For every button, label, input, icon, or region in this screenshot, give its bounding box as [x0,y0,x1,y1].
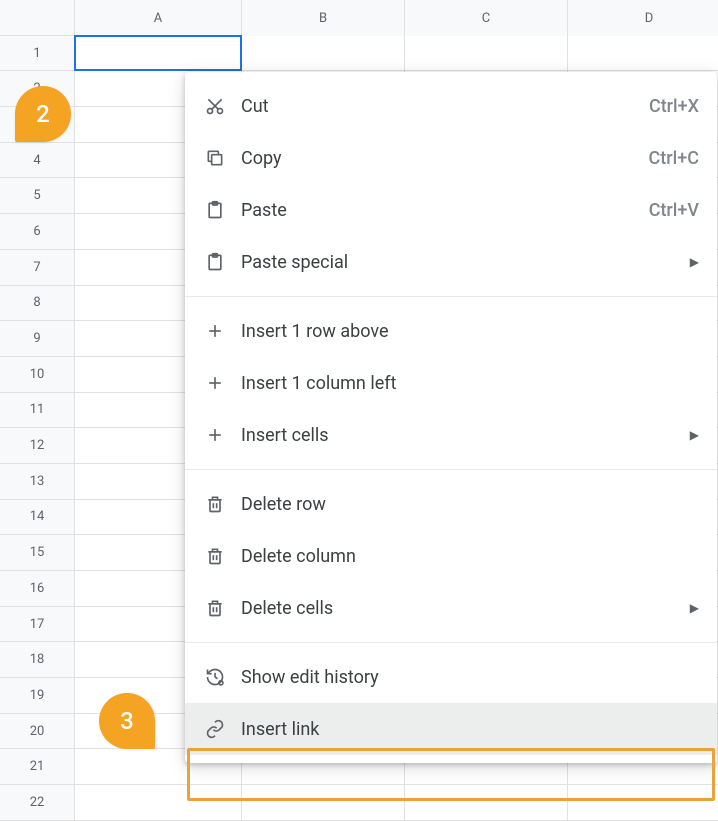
menu-item-delete-row[interactable]: Delete row [185,478,717,530]
cell[interactable] [75,785,242,821]
col-header-c[interactable]: C [405,0,568,38]
menu-item-delete-column[interactable]: Delete column [185,530,717,582]
menu-item-paste-special[interactable]: Paste special ▶ [185,236,717,288]
history-icon [203,665,227,689]
cell[interactable] [405,785,568,821]
menu-shortcut: Ctrl+C [649,148,699,169]
menu-item-delete-cells[interactable]: Delete cells ▶ [185,582,717,634]
menu-label: Paste [241,200,649,221]
submenu-arrow-icon: ▶ [690,428,699,442]
row-header[interactable]: 6 [0,214,75,250]
row-header[interactable]: 16 [0,571,75,607]
menu-label: Insert cells [241,425,690,446]
paste-icon [203,198,227,222]
cut-icon [203,94,227,118]
row-header[interactable]: 19 [0,678,75,714]
row-header[interactable]: 20 [0,714,75,750]
row-header[interactable]: 18 [0,642,75,678]
plus-icon [203,319,227,343]
row-header[interactable]: 15 [0,535,75,571]
menu-separator [185,296,717,297]
col-header-d[interactable]: D [568,0,718,38]
row-header[interactable]: 12 [0,428,75,464]
menu-shortcut: Ctrl+X [649,96,699,117]
row-header[interactable]: 14 [0,500,75,536]
link-icon [203,717,227,741]
row-header[interactable]: 4 [0,143,75,179]
select-all-corner[interactable] [0,0,75,36]
trash-icon [203,596,227,620]
menu-item-insert-cells[interactable]: Insert cells ▶ [185,409,717,461]
context-menu: Cut Ctrl+X Copy Ctrl+C Paste Ctrl+V Past… [185,72,717,763]
cell[interactable] [568,785,718,821]
menu-label: Insert link [241,719,699,740]
menu-item-insert-row-above[interactable]: Insert 1 row above [185,305,717,357]
cell[interactable] [242,785,405,821]
menu-item-paste[interactable]: Paste Ctrl+V [185,184,717,236]
submenu-arrow-icon: ▶ [690,601,699,615]
menu-label: Copy [241,148,649,169]
menu-label: Insert 1 row above [241,321,699,342]
menu-label: Show edit history [241,667,699,688]
menu-label: Delete column [241,546,699,567]
cell[interactable] [405,36,568,72]
menu-label: Insert 1 column left [241,373,699,394]
menu-item-copy[interactable]: Copy Ctrl+C [185,132,717,184]
row-header[interactable]: 1 [0,36,75,72]
plus-icon [203,371,227,395]
paste-special-icon [203,250,227,274]
row-header[interactable]: 5 [0,178,75,214]
menu-separator [185,469,717,470]
menu-label: Delete cells [241,598,690,619]
row-header[interactable]: 13 [0,464,75,500]
cell-a1[interactable] [75,36,242,72]
row-header[interactable]: 8 [0,286,75,322]
menu-label: Cut [241,96,649,117]
row-header[interactable]: 21 [0,749,75,785]
row-header[interactable]: 22 [0,785,75,821]
submenu-arrow-icon: ▶ [690,255,699,269]
row-header[interactable]: 7 [0,250,75,286]
row-header[interactable]: 17 [0,607,75,643]
menu-item-cut[interactable]: Cut Ctrl+X [185,80,717,132]
plus-icon [203,423,227,447]
menu-label: Paste special [241,252,690,273]
menu-item-show-edit-history[interactable]: Show edit history [185,651,717,703]
trash-icon [203,492,227,516]
menu-shortcut: Ctrl+V [649,200,699,221]
copy-icon [203,146,227,170]
cell[interactable] [568,36,718,72]
menu-label: Delete row [241,494,699,515]
col-header-a[interactable]: A [75,0,242,38]
tutorial-callout-3: 3 [99,693,155,749]
tutorial-callout-2: 2 [15,86,71,142]
menu-item-insert-link[interactable]: Insert link [185,703,717,755]
col-header-b[interactable]: B [242,0,405,38]
trash-icon [203,544,227,568]
row-header[interactable]: 10 [0,357,75,393]
row-header[interactable]: 9 [0,321,75,357]
menu-item-insert-col-left[interactable]: Insert 1 column left [185,357,717,409]
row-header[interactable]: 11 [0,393,75,429]
menu-separator [185,642,717,643]
cell[interactable] [242,36,405,72]
